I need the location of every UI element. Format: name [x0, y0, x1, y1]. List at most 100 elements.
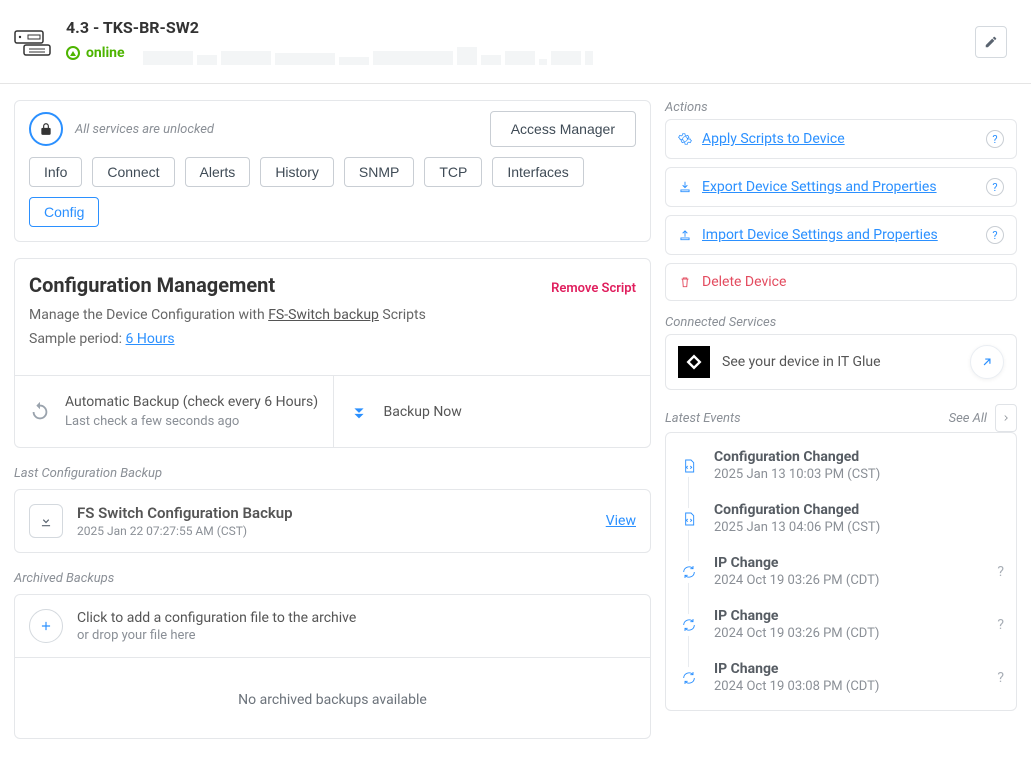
refresh-icon	[29, 401, 51, 423]
event-row: Configuration Changed 2025 Jan 13 10:03 …	[678, 439, 1004, 492]
backup-now-panel[interactable]: Backup Now	[333, 376, 651, 447]
action-import-settings[interactable]: Import Device Settings and Properties ?	[665, 215, 1017, 255]
last-backup-section: Last Configuration Backup FS Switch Conf…	[14, 464, 651, 553]
download-backup-button[interactable]	[29, 504, 63, 538]
status-text: online	[86, 45, 125, 61]
action-apply-scripts[interactable]: Apply Scripts to Device ?	[665, 119, 1017, 159]
event-help-icon[interactable]: ?	[997, 617, 1004, 633]
see-all-events[interactable]: See All	[949, 404, 1017, 432]
event-title: IP Change	[714, 661, 879, 677]
latest-events-label: Latest Events	[665, 411, 741, 426]
config-title: Configuration Management	[29, 273, 275, 297]
auto-backup-panel: Automatic Backup (check every 6 Hours) L…	[15, 376, 333, 447]
tab-connect[interactable]: Connect	[92, 157, 174, 187]
itglue-text: See your device in IT Glue	[722, 354, 881, 370]
event-title: Configuration Changed	[714, 449, 880, 465]
tab-history[interactable]: History	[260, 157, 334, 187]
event-row: IP Change 2024 Oct 19 03:26 PM (CDT) ?	[678, 545, 1004, 598]
it-glue-card: See your device in IT Glue	[665, 334, 1017, 390]
fs-switch-backup-link[interactable]: FS-Switch backup	[268, 307, 379, 323]
event-date: 2024 Oct 19 03:26 PM (CDT)	[714, 573, 879, 588]
access-manager-button[interactable]: Access Manager	[490, 111, 636, 147]
event-date: 2024 Oct 19 03:26 PM (CDT)	[714, 626, 879, 641]
backup-title: FS Switch Configuration Backup	[77, 504, 293, 522]
sync-icon	[678, 667, 700, 689]
archive-add-line1: Click to add a configuration file to the…	[77, 610, 356, 626]
document-swap-icon	[678, 508, 700, 530]
event-date: 2025 Jan 13 04:06 PM (CST)	[714, 520, 880, 535]
download-icon	[39, 514, 53, 528]
document-swap-icon	[678, 455, 700, 477]
itglue-logo-icon	[678, 346, 710, 378]
chevron-right-icon	[995, 404, 1017, 432]
status-up-icon	[66, 46, 80, 60]
view-backup-link[interactable]: View	[606, 513, 636, 529]
sample-period-link[interactable]: 6 Hours	[126, 331, 175, 347]
action-import-label: Import Device Settings and Properties	[702, 227, 938, 243]
event-help-icon[interactable]: ?	[997, 564, 1004, 580]
trash-icon	[678, 275, 692, 289]
archived-backups-section: Archived Backups Click to add a configur…	[14, 569, 651, 739]
page-header: 4.3 - TKS-BR-SW2 online	[0, 0, 1031, 84]
connected-services-label: Connected Services	[665, 315, 1017, 330]
open-itglue-button[interactable]	[970, 345, 1004, 379]
remove-script-link[interactable]: Remove Script	[551, 281, 636, 296]
sync-icon	[678, 561, 700, 583]
backup-date: 2025 Jan 22 07:27:55 AM (CST)	[77, 524, 293, 538]
plus-icon	[39, 619, 53, 633]
download-double-icon	[348, 401, 370, 423]
device-tabs: Info Connect Alerts History SNMP TCP Int…	[15, 157, 650, 241]
connected-services-section: Connected Services See your device in IT…	[665, 315, 1017, 390]
sample-period-label: Sample period:	[29, 331, 126, 347]
auto-backup-title: Automatic Backup (check every 6 Hours)	[65, 394, 318, 410]
device-title: 4.3 - TKS-BR-SW2	[66, 18, 1017, 37]
event-help-icon[interactable]: ?	[997, 670, 1004, 686]
arrow-up-right-icon	[980, 355, 994, 369]
event-title: IP Change	[714, 555, 879, 571]
gear-icon	[678, 132, 692, 146]
actions-section: Actions Apply Scripts to Device ?	[665, 100, 1017, 301]
archive-dropzone[interactable]: Click to add a configuration file to the…	[15, 595, 650, 658]
tab-alerts[interactable]: Alerts	[185, 157, 251, 187]
auto-backup-sub: Last check a few seconds ago	[65, 414, 318, 429]
archive-add-line2: or drop your file here	[77, 628, 356, 643]
tab-tcp[interactable]: TCP	[424, 157, 482, 187]
tab-interfaces[interactable]: Interfaces	[492, 157, 583, 187]
config-subtitle-pre: Manage the Device Configuration with	[29, 307, 268, 323]
action-delete-device[interactable]: Delete Device	[665, 263, 1017, 301]
action-export-label: Export Device Settings and Properties	[702, 179, 937, 195]
tab-info[interactable]: Info	[29, 157, 82, 187]
add-archive-button[interactable]	[29, 609, 63, 643]
edit-button[interactable]	[975, 26, 1007, 58]
event-title: Configuration Changed	[714, 502, 880, 518]
event-date: 2024 Oct 19 03:08 PM (CDT)	[714, 679, 879, 694]
import-icon	[678, 228, 692, 242]
services-unlocked-text: All services are unlocked	[75, 122, 214, 137]
tab-snmp[interactable]: SNMP	[344, 157, 414, 187]
event-row: IP Change 2024 Oct 19 03:08 PM (CDT) ?	[678, 651, 1004, 704]
help-icon[interactable]: ?	[986, 178, 1004, 196]
event-row: Configuration Changed 2025 Jan 13 04:06 …	[678, 492, 1004, 545]
pencil-icon	[984, 35, 998, 49]
no-archives-text: No archived backups available	[15, 658, 650, 738]
backup-now-label: Backup Now	[384, 404, 462, 420]
event-title: IP Change	[714, 608, 879, 624]
configuration-management-card: Configuration Management Remove Script M…	[14, 258, 651, 448]
actions-label: Actions	[665, 100, 1017, 115]
event-row: IP Change 2024 Oct 19 03:26 PM (CDT) ?	[678, 598, 1004, 651]
device-icon	[14, 27, 52, 57]
help-icon[interactable]: ?	[986, 226, 1004, 244]
lock-icon	[29, 112, 63, 146]
tab-config[interactable]: Config	[29, 197, 99, 227]
action-export-settings[interactable]: Export Device Settings and Properties ?	[665, 167, 1017, 207]
latest-events-section: Latest Events See All Configuration	[665, 404, 1017, 711]
action-apply-scripts-label: Apply Scripts to Device	[702, 131, 845, 147]
sync-icon	[678, 614, 700, 636]
config-subtitle-post: Scripts	[379, 307, 426, 323]
sparkline-placeholder	[143, 41, 593, 65]
archived-backups-label: Archived Backups	[14, 571, 651, 586]
help-icon[interactable]: ?	[986, 130, 1004, 148]
services-tabs-card: All services are unlocked Access Manager…	[14, 100, 651, 242]
see-all-label: See All	[949, 411, 987, 426]
action-delete-label: Delete Device	[702, 274, 786, 290]
